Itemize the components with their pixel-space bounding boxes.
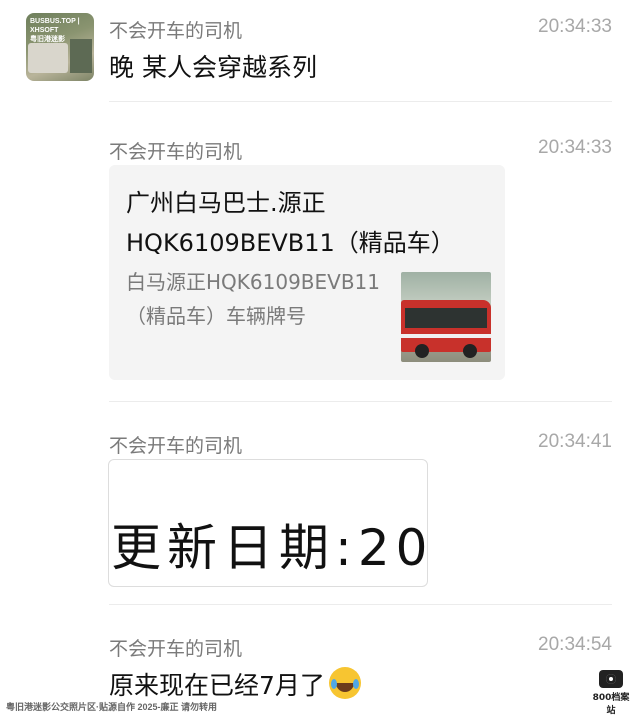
message-time: 20:34:33 <box>538 16 612 37</box>
bus-wheel <box>415 344 429 358</box>
link-card-description: 白马源正HQK6109BEVB11（精品车）车辆牌号 <box>126 270 381 328</box>
message-divider <box>109 401 612 402</box>
image-message-text: 更新日期:20 <box>111 519 428 577</box>
watermark-logo-label: 800档案站 <box>592 693 630 716</box>
laughing-with-tears-emoji-icon <box>328 667 361 699</box>
link-card-title: 广州白马巴士.源正HQK6109BEVB11（精品车） <box>126 189 455 257</box>
avatar-watermark: BUSBUS.TOP | XHSOFT 粤旧港迷影 <box>30 18 80 43</box>
link-card[interactable]: 广州白马巴士.源正HQK6109BEVB11（精品车） 白马源正HQK6109B… <box>109 165 505 380</box>
watermark-logo: 800档案站 <box>592 670 630 716</box>
message-divider <box>109 101 612 102</box>
message-time: 20:34:41 <box>538 431 612 452</box>
message-text[interactable]: 原来现在已经7月了 <box>109 666 361 702</box>
message-text[interactable]: 晚 某人会穿越系列 <box>109 48 317 84</box>
camera-icon <box>599 670 623 688</box>
bus-stripe-shape <box>401 334 491 338</box>
message-sender[interactable]: 不会开车的司机 <box>109 137 242 164</box>
message-sender[interactable]: 不会开车的司机 <box>109 16 242 43</box>
avatar[interactable]: BUSBUS.TOP | XHSOFT 粤旧港迷影 <box>26 13 94 81</box>
message-sender[interactable]: 不会开车的司机 <box>109 634 242 661</box>
image-message[interactable]: 更新日期:20 <box>108 459 428 587</box>
message-time: 20:34:33 <box>538 137 612 158</box>
message-text-content: 原来现在已经7月了 <box>109 671 325 700</box>
message-divider <box>109 604 612 605</box>
avatar-bus-shape-2 <box>70 39 92 73</box>
bus-window-shape <box>405 308 487 328</box>
avatar-bus-shape <box>28 43 68 73</box>
link-card-thumbnail <box>401 272 491 362</box>
message-time: 20:34:54 <box>538 634 612 655</box>
message-sender[interactable]: 不会开车的司机 <box>109 431 242 458</box>
bus-wheel <box>463 344 477 358</box>
watermark-bottom-left: 粤旧港迷影公交照片区·贴源自作 2025-廉正 请勿转用 <box>6 702 218 712</box>
